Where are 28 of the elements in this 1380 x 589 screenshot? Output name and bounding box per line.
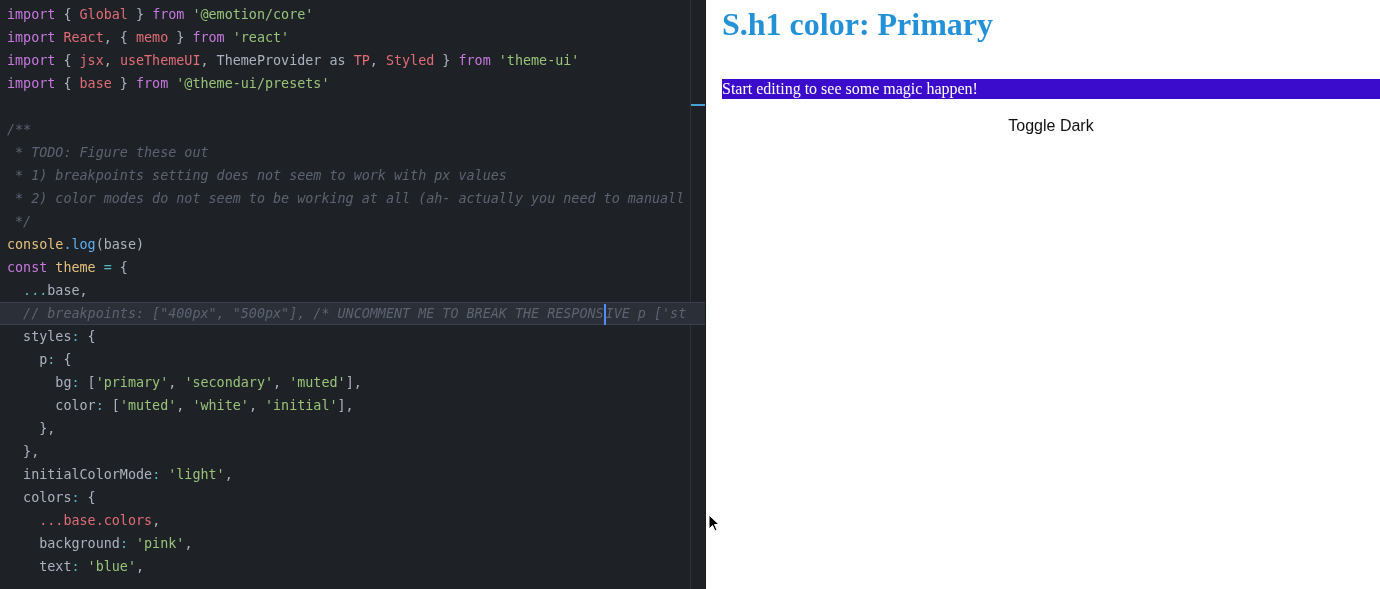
- code-line: styles: {: [22, 328, 97, 346]
- code-line: colors: {: [22, 489, 97, 507]
- code-line: ...base,: [22, 282, 89, 300]
- code-line: /**: [6, 121, 33, 139]
- code-line: background: 'pink',: [38, 535, 194, 553]
- code-line: * TODO: Figure these out: [14, 144, 210, 162]
- page-heading: S.h1 color: Primary: [722, 5, 994, 43]
- text-cursor: [603, 303, 606, 325]
- code-line: },: [38, 420, 57, 438]
- code-line: import React, { memo } from 'react': [6, 29, 291, 47]
- code-line: p: {: [38, 351, 73, 369]
- code-line: initialColorMode: 'light',: [22, 466, 234, 484]
- code-line: */: [14, 213, 33, 231]
- code-line: const theme = {: [6, 259, 129, 277]
- code-line: * 1) breakpoints setting does not seem to work with px values: [14, 167, 508, 185]
- code-line: },: [22, 443, 41, 461]
- banner: Start editing to see some magic happen!: [722, 79, 1380, 99]
- code-line: import { base } from '@theme-ui/presets': [6, 75, 331, 93]
- toggle-dark-button[interactable]: Toggle Dark: [1002, 115, 1100, 137]
- scroll-marker: [691, 104, 705, 106]
- code-line: ...base.colors,: [38, 512, 162, 530]
- code-line: import { Global } from '@emotion/core': [6, 6, 315, 24]
- code-line: text: 'blue',: [38, 558, 146, 576]
- code-line: import { jsx, useThemeUI, ThemeProvider as TP, Styled } from 'theme-ui': [6, 52, 581, 70]
- code-line: console.log(base): [6, 236, 146, 254]
- code-line: * 2) color modes do not seem to be working at all (ah- actually you need to manuall: [14, 190, 686, 208]
- code-line: bg: ['primary', 'secondary', 'muted'],: [54, 374, 363, 392]
- code-line: color: ['muted', 'white', 'initial'],: [54, 397, 355, 415]
